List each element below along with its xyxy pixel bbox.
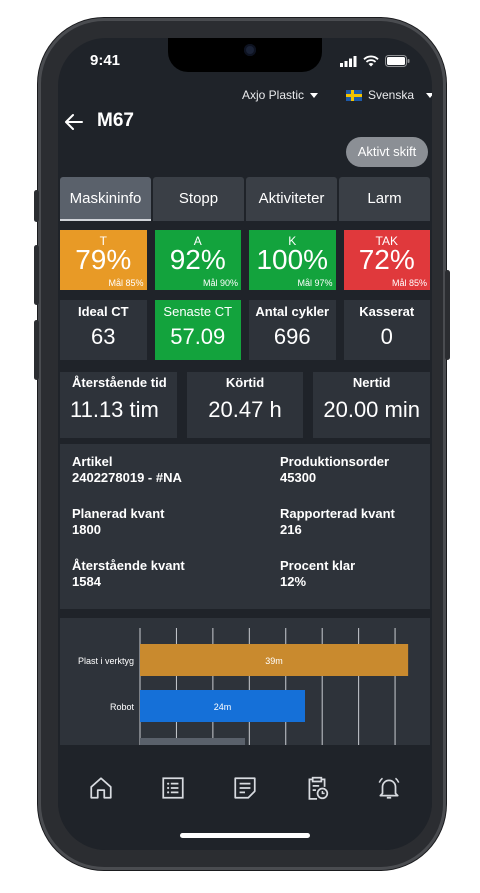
card-value: 20.00 min	[323, 397, 420, 422]
field-label: Artikel	[72, 454, 113, 469]
field-artikel: Artikel 2402278019 - #NA	[72, 454, 182, 486]
tab-larm[interactable]: Larm	[339, 177, 430, 221]
card-label: Ideal CT	[77, 304, 129, 319]
card-label: Nertid	[352, 375, 391, 390]
field-label: Produktionsorder	[280, 454, 390, 469]
home-indicator[interactable]	[180, 833, 310, 838]
card-value: 11.13 tim	[70, 397, 159, 422]
field-label: Procent klar	[280, 558, 356, 573]
stop-reasons-chart: Plast i verktyg 39m Robot 24m	[60, 618, 430, 758]
card-aterstaende-tid: Återstående tid 11.13 tim	[60, 372, 177, 438]
card-senaste-ct: Senaste CT 57.09	[154, 300, 241, 360]
list-icon[interactable]	[160, 775, 186, 801]
company-selector[interactable]: Axjo Plastic	[242, 88, 319, 102]
tab-aktiviteter[interactable]: Aktiviteter	[246, 177, 337, 221]
volume-down-button	[34, 320, 39, 380]
status-icons	[340, 55, 410, 67]
card-label: Kasserat	[359, 304, 415, 319]
order-info-panel: Artikel 2402278019 - #NA Produktionsorde…	[60, 444, 430, 609]
field-planerad-kvant: Planerad kvant 1800	[72, 506, 165, 538]
company-name: Axjo Plastic	[242, 88, 305, 102]
field-label: Rapporterad kvant	[280, 506, 395, 521]
card-value: 63	[91, 324, 116, 349]
category-label: Plast i verktyg	[78, 656, 134, 666]
card-label: Antal cykler	[255, 304, 330, 319]
field-procent-klar: Procent klar 12%	[280, 558, 355, 590]
language-selector[interactable]: Svenska	[346, 88, 432, 102]
cellular-signal-icon	[340, 55, 357, 67]
kpi-t: T 79% Mål 85%	[60, 230, 147, 290]
kpi-a: A 92% Mål 90%	[154, 230, 241, 290]
field-aterstaende-kvant: Återstående kvant 1584	[72, 558, 185, 590]
field-value: 216	[280, 522, 302, 537]
card-kortid: Körtid 20.47 h	[186, 372, 304, 438]
card-label: Körtid	[225, 375, 265, 390]
card-label: Senaste CT	[163, 304, 233, 319]
card-value: 696	[273, 324, 311, 349]
status-time: 9:41	[90, 52, 121, 69]
field-value: 45300	[280, 470, 317, 485]
field-rapporterad-kvant: Rapporterad kvant 216	[280, 506, 395, 538]
alarm-bell-icon[interactable]	[376, 775, 402, 801]
card-label: Återstående tid	[72, 375, 167, 390]
tab-stopp[interactable]: Stopp	[153, 177, 244, 221]
card-value: 0	[380, 324, 393, 349]
volume-up-button	[34, 245, 39, 305]
back-arrow-icon[interactable]	[62, 110, 86, 134]
document-icon[interactable]	[232, 775, 258, 801]
clipboard-clock-icon[interactable]	[304, 775, 330, 801]
kpi-tak: TAK 72% Mål 85%	[343, 230, 430, 290]
kpi-value: 72%	[358, 244, 415, 275]
kpi-value: 92%	[169, 244, 226, 275]
chevron-down-icon	[426, 92, 432, 98]
field-label: Planerad kvant	[72, 506, 165, 521]
time-cards: Återstående tid 11.13 tim Körtid 20.47 h…	[60, 372, 431, 438]
kpi-k: K 100% Mål 97%	[249, 230, 336, 290]
cycle-cards: Ideal CT 63 Senaste CT 57.09 Antal cykle…	[60, 300, 430, 360]
kpi-goal: Mål 90%	[202, 278, 238, 288]
bar-value-label: 24m	[214, 702, 232, 712]
page-header: M67	[58, 108, 432, 138]
field-produktionsorder: Produktionsorder 45300	[280, 454, 389, 486]
tab-bar: Maskininfo Stopp Aktiviteter Larm	[60, 177, 430, 221]
bar-chart: Plast i verktyg 39m Robot 24m	[78, 628, 409, 758]
kpi-value: 100%	[256, 244, 329, 275]
app-screen: 9:41 Axjo Plastic Svenska M67 Aktivt ski…	[58, 38, 432, 850]
swedish-flag-icon	[346, 89, 362, 101]
card-ideal-ct: Ideal CT 63	[60, 300, 147, 360]
kpi-row: T 79% Mål 85% A 92% Mål 90% K 100% Mål 9…	[60, 230, 430, 290]
page-title: M67	[97, 110, 134, 131]
field-value: 2402278019 - #NA	[72, 470, 182, 485]
notch	[168, 38, 322, 72]
card-antal-cykler: Antal cykler 696	[249, 300, 336, 360]
card-kasserat: Kasserat 0	[343, 300, 430, 360]
kpi-goal: Mål 97%	[297, 278, 333, 288]
card-value: 20.47 h	[208, 397, 282, 422]
power-button	[445, 270, 450, 360]
tab-maskininfo[interactable]: Maskininfo	[60, 177, 151, 221]
language-name: Svenska	[368, 88, 415, 102]
field-value: 12%	[280, 574, 307, 589]
kpi-goal: Mål 85%	[108, 278, 144, 288]
top-bar: Axjo Plastic Svenska	[58, 84, 432, 106]
category-label: Robot	[110, 702, 135, 712]
field-value: 1800	[72, 522, 101, 537]
camera	[244, 44, 256, 56]
card-value: 57.09	[170, 324, 226, 349]
battery-icon	[385, 55, 410, 67]
wifi-icon	[363, 55, 379, 67]
chevron-down-icon	[310, 93, 319, 99]
bar-value-label: 39m	[265, 656, 283, 666]
field-label: Återstående kvant	[72, 558, 185, 573]
kpi-value: 79%	[75, 244, 132, 275]
active-shift-button[interactable]: Aktivt skift	[346, 137, 428, 167]
side-button	[34, 190, 39, 222]
field-value: 1584	[72, 574, 101, 589]
kpi-goal: Mål 85%	[391, 278, 427, 288]
home-icon[interactable]	[88, 775, 114, 801]
card-nertid: Nertid 20.00 min	[313, 372, 431, 438]
